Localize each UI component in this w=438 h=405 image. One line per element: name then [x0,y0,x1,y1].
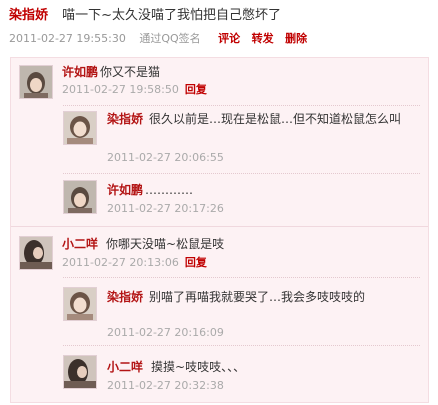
post-author[interactable]: 染指娇 [9,8,48,23]
reply-button[interactable]: 回复 [185,256,207,269]
comment-time: 2011-02-27 20:13:06 [62,256,179,269]
post-source: 通过QQ签名 [139,32,201,45]
avatar[interactable] [63,287,97,321]
comment-button[interactable]: 评论 [218,32,240,45]
comment-author[interactable]: 小二咩 [107,360,143,374]
post-meta: 2011-02-27 19:55:30 通过QQ签名 评论 转发 删除 [9,30,307,48]
post-text: 喵一下~太久没喵了我怕把自己憋坏了 [62,8,282,23]
comment-text: 摸摸~吱吱吱、、、 [151,360,246,374]
delete-button[interactable]: 删除 [285,32,307,45]
comment-line: 染指娇 很久以前是…现在是松鼠…但不知道松鼠怎么叫 [107,111,407,128]
comment-text: 别喵了再喵我就要哭了…我会多吱吱吱的 [149,290,366,304]
comment-line: 许如鹏………… [107,182,193,199]
comment-text: 很久以前是…现在是松鼠…但不知道松鼠怎么叫 [149,112,402,126]
avatar[interactable] [63,355,97,389]
status-post: 染指娇 喵一下~太久没喵了我怕把自己憋坏了 [9,6,429,26]
comment-author[interactable]: 染指娇 [107,112,143,126]
comment-item: 小二咩 你哪天没喵~松鼠是吱 2011-02-27 20:13:06 回复 [11,228,428,276]
comment-text: ………… [145,183,194,197]
reply-button[interactable]: 回复 [185,83,207,96]
post-header: 染指娇 喵一下~太久没喵了我怕把自己憋坏了 [9,6,429,26]
divider [11,226,428,227]
comment-time: 2011-02-27 20:16:09 [107,326,224,339]
avatar[interactable] [63,180,97,214]
reply-item: 小二咩 摸摸~吱吱吱、、、 2011-02-27 20:32:38 [11,346,428,400]
comment-line: 小二咩 摸摸~吱吱吱、、、 [107,359,245,376]
forward-button[interactable]: 转发 [252,32,274,45]
comment-author[interactable]: 许如鹏 [62,65,98,79]
comment-author[interactable]: 小二咩 [62,237,98,251]
reply-item: 许如鹏………… 2011-02-27 20:17:26 [11,174,428,222]
comment-line: 小二咩 你哪天没喵~松鼠是吱 [62,236,224,253]
avatar[interactable] [19,65,53,99]
comment-meta: 2011-02-27 20:13:06 回复 [62,255,207,271]
comment-line: 许如鹏 你又不是猫 [62,64,160,81]
comment-time: 2011-02-27 20:32:38 [107,379,224,392]
comment-text: 你哪天没喵~松鼠是吱 [106,237,225,251]
comment-time: 2011-02-27 19:58:50 [62,83,179,96]
post-time: 2011-02-27 19:55:30 [9,32,126,45]
comment-author[interactable]: 许如鹏 [107,183,143,197]
avatar[interactable] [19,236,53,270]
comment-item: 许如鹏 你又不是猫 2011-02-27 19:58:50 回复 [11,58,428,104]
comment-time: 2011-02-27 20:06:55 [107,151,224,164]
avatar[interactable] [63,111,97,145]
comment-text: 你又不是猫 [100,65,161,79]
comment-meta: 2011-02-27 19:58:50 回复 [62,82,207,98]
comment-author[interactable]: 染指娇 [107,290,143,304]
comment-list: 许如鹏 你又不是猫 2011-02-27 19:58:50 回复 染指娇 很久以前是…… [10,57,429,403]
comment-line: 染指娇 别喵了再喵我就要哭了…我会多吱吱吱的 [107,289,407,306]
reply-item: 染指娇 别喵了再喵我就要哭了…我会多吱吱吱的 2011-02-27 20:16:0… [11,278,428,340]
reply-item: 染指娇 很久以前是…现在是松鼠…但不知道松鼠怎么叫 2011-02-27 20:0… [11,106,428,172]
comment-time: 2011-02-27 20:17:26 [107,202,224,215]
